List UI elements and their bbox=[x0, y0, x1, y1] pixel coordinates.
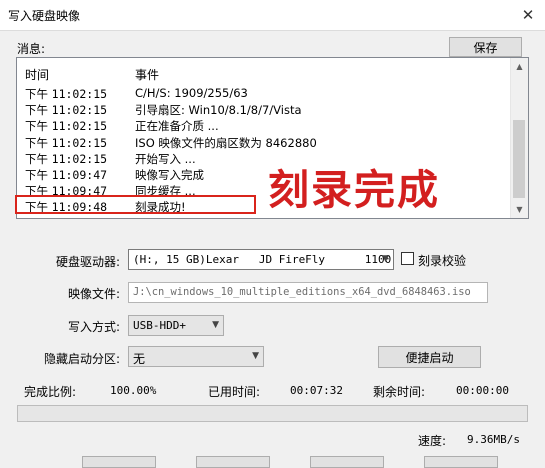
image-file-value: J:\cn_windows_10_multiple_editions_x64_d… bbox=[133, 286, 471, 298]
log-row-event: C/H/S: 1909/255/63 bbox=[135, 86, 248, 100]
chevron-down-icon: ▼ bbox=[212, 320, 219, 330]
log-row-ampm: 下午 bbox=[25, 151, 48, 166]
log-row-time: 下午 11:02:15 bbox=[25, 135, 107, 151]
log-row-event: 开始写入 ... bbox=[135, 151, 196, 166]
verify-label: 刻录校验 bbox=[418, 254, 467, 268]
column-time: 时间 bbox=[25, 68, 50, 82]
remaining-label: 剩余时间: bbox=[373, 385, 426, 399]
speed-label: 速度: bbox=[418, 434, 447, 448]
log-row-event: 映像写入完成 bbox=[135, 167, 204, 182]
log-row[interactable]: 下午 11:02:15 正在准备介质 ... bbox=[17, 117, 511, 133]
log-row-clock: 11:02:15 bbox=[51, 135, 108, 150]
log-row-ampm: 下午 bbox=[25, 167, 48, 182]
hidden-partition-select[interactable]: 无 ▼ bbox=[128, 346, 264, 367]
log-row[interactable]: 下午 11:02:15 ISO 映像文件的扇区数为 8462880 bbox=[17, 134, 511, 150]
chevron-down-icon: ▼ bbox=[252, 351, 259, 361]
speed-value: 9.36MB/s bbox=[467, 433, 520, 446]
remaining-value: 00:00:00 bbox=[456, 384, 509, 397]
log-row-time: 下午 11:02:15 bbox=[25, 102, 107, 118]
image-file-field[interactable]: J:\cn_windows_10_multiple_editions_x64_d… bbox=[128, 282, 488, 303]
complete-label: 完成比例: bbox=[24, 385, 77, 399]
log-row-clock: 11:02:15 bbox=[51, 87, 108, 101]
scroll-down-icon[interactable]: ▼ bbox=[511, 201, 528, 218]
drive-label: 硬盘驱动器: bbox=[56, 255, 121, 269]
hidden-partition-label: 隐藏启动分区: bbox=[44, 352, 121, 366]
title-bar: 写入硬盘映像 ✕ bbox=[0, 0, 545, 31]
drive-value: (H:, 15 GB)Lexar JD FireFly 1100 bbox=[133, 253, 392, 266]
log-row-clock: 11:02:15 bbox=[51, 103, 108, 118]
drive-select[interactable]: (H:, 15 GB)Lexar JD FireFly 1100 ▼ bbox=[128, 249, 394, 270]
image-file-label: 映像文件: bbox=[68, 287, 121, 301]
log-row-clock: 11:02:15 bbox=[51, 119, 108, 134]
log-row-ampm: 下午 bbox=[25, 87, 48, 101]
close-icon[interactable]: ✕ bbox=[511, 0, 545, 30]
elapsed-value: 00:07:32 bbox=[290, 384, 343, 397]
bottom-button-1[interactable] bbox=[82, 456, 156, 468]
log-row[interactable]: 下午 11:02:15 引导扇区: Win10/8.1/8/7/Vista bbox=[17, 101, 511, 117]
log-row-event: 引导扇区: Win10/8.1/8/7/Vista bbox=[135, 103, 302, 118]
quick-boot-button[interactable]: 便捷启动 bbox=[378, 346, 481, 368]
window-title: 写入硬盘映像 bbox=[8, 9, 81, 23]
log-row-time: 下午 11:02:15 bbox=[25, 118, 107, 134]
write-mode-value: USB-HDD+ bbox=[133, 319, 186, 332]
log-row-time: 下午 11:02:15 bbox=[25, 151, 107, 167]
bottom-button-4[interactable] bbox=[424, 456, 498, 468]
log-row-clock: 11:02:15 bbox=[51, 151, 108, 166]
scroll-up-icon[interactable]: ▲ bbox=[511, 58, 528, 75]
write-mode-label: 写入方式: bbox=[68, 320, 121, 334]
messages-label: 消息: bbox=[17, 42, 46, 56]
bottom-buttons bbox=[0, 456, 545, 468]
log-row-ampm: 下午 bbox=[25, 135, 48, 150]
scroll-thumb[interactable] bbox=[513, 120, 525, 198]
chevron-down-icon: ▼ bbox=[382, 254, 389, 264]
bottom-button-3[interactable] bbox=[310, 456, 384, 468]
success-highlight-box bbox=[15, 195, 256, 214]
complete-value: 100.00% bbox=[110, 384, 157, 397]
hidden-partition-value: 无 bbox=[133, 352, 146, 366]
log-row-clock: 11:09:47 bbox=[51, 167, 108, 182]
log-row-event: 正在准备介质 ... bbox=[135, 119, 219, 134]
burn-complete-overlay: 刻录完成 bbox=[268, 166, 440, 214]
progress-fill bbox=[18, 406, 527, 421]
elapsed-label: 已用时间: bbox=[208, 385, 261, 399]
log-row-ampm: 下午 bbox=[25, 103, 48, 118]
save-button[interactable]: 保存 bbox=[449, 37, 522, 57]
log-header: 时间 事件 bbox=[17, 58, 511, 84]
log-row-ampm: 下午 bbox=[25, 119, 48, 134]
log-row-event: ISO 映像文件的扇区数为 8462880 bbox=[135, 135, 317, 150]
log-row-time: 下午 11:09:47 bbox=[25, 167, 107, 183]
write-mode-select[interactable]: USB-HDD+ ▼ bbox=[128, 315, 224, 336]
column-event: 事件 bbox=[135, 68, 160, 82]
progress-bar bbox=[17, 405, 528, 422]
log-row[interactable]: 下午 11:02:15 C/H/S: 1909/255/63 bbox=[17, 85, 511, 101]
bottom-button-2[interactable] bbox=[196, 456, 270, 468]
verify-checkbox[interactable] bbox=[401, 252, 414, 265]
log-row-time: 下午 11:02:15 bbox=[25, 86, 107, 102]
log-scrollbar[interactable]: ▲ ▼ bbox=[510, 58, 528, 218]
